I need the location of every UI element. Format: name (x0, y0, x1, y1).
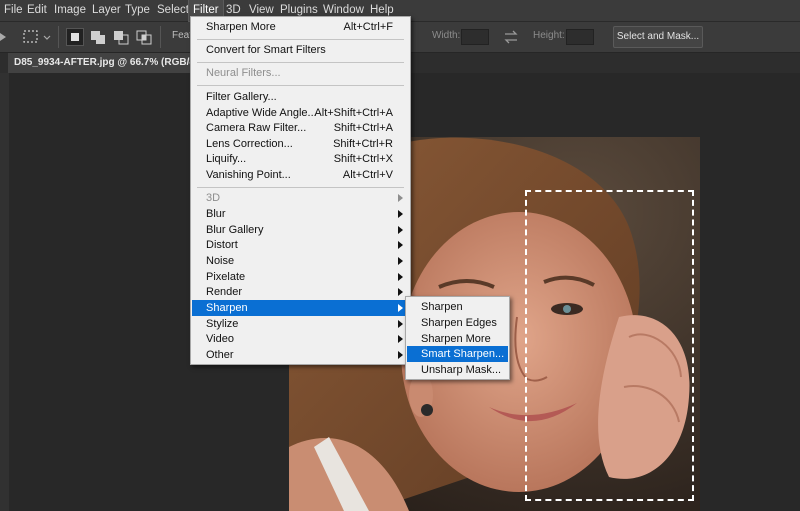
width-label: Width: (432, 30, 461, 41)
add-to-selection-icon[interactable] (89, 28, 107, 46)
select-and-mask-button[interactable]: Select and Mask... (613, 26, 703, 48)
chevron-right-icon (398, 273, 403, 281)
chevron-right-icon (398, 288, 403, 296)
marquee-tool-icon[interactable] (22, 28, 40, 46)
feather-label: Feat (172, 30, 193, 41)
chevron-right-icon (398, 226, 403, 234)
submenu-item-unsharp-mask[interactable]: Unsharp Mask... (407, 362, 508, 378)
menu-item-adaptive-wide-angle[interactable]: Adaptive Wide Angle... Alt+Shift+Ctrl+A (192, 105, 409, 121)
chevron-right-icon (398, 241, 403, 249)
height-field[interactable] (566, 29, 594, 45)
menu-item-3d: 3D (192, 190, 409, 206)
menu-separator (197, 187, 404, 188)
menu-item-video[interactable]: Video (192, 331, 409, 347)
menu-item-stylize[interactable]: Stylize (192, 316, 409, 332)
divider (160, 26, 161, 48)
menu-item-convert-smart-filters[interactable]: Convert for Smart Filters (192, 42, 409, 58)
menu-item-blur-gallery[interactable]: Blur Gallery (192, 222, 409, 238)
menu-image[interactable]: Image (50, 0, 90, 21)
menu-item-distort[interactable]: Distort (192, 237, 409, 253)
menu-layer[interactable]: Layer (88, 0, 125, 21)
chevron-right-icon (398, 194, 403, 202)
menu-item-camera-raw[interactable]: Camera Raw Filter... Shift+Ctrl+A (192, 120, 409, 136)
tool-preset-icon[interactable] (0, 32, 6, 41)
menu-item-sharpen[interactable]: Sharpen (192, 300, 409, 316)
submenu-item-sharpen-more[interactable]: Sharpen More (407, 331, 508, 347)
menu-item-filter-gallery[interactable]: Filter Gallery... (192, 89, 409, 105)
selection-marquee (525, 190, 694, 501)
swap-dimensions-icon[interactable] (502, 28, 520, 46)
menu-separator (197, 62, 404, 63)
menu-type[interactable]: Type (121, 0, 154, 21)
chevron-right-icon (398, 257, 403, 265)
chevron-right-icon (398, 304, 403, 312)
subtract-from-selection-icon[interactable] (112, 28, 130, 46)
sharpen-submenu: Sharpen Sharpen Edges Sharpen More Smart… (405, 296, 510, 380)
menu-edit[interactable]: Edit (23, 0, 51, 21)
chevron-right-icon (398, 320, 403, 328)
menu-item-pixelate[interactable]: Pixelate (192, 269, 409, 285)
menu-item-vanishing-point[interactable]: Vanishing Point... Alt+Ctrl+V (192, 167, 409, 183)
menu-item-neural-filters: Neural Filters... (206, 67, 281, 79)
chevron-down-icon[interactable] (42, 28, 52, 46)
document-tab[interactable]: D85_9934-AFTER.jpg @ 66.7% (RGB/8#) (8, 53, 193, 73)
menu-item-noise[interactable]: Noise (192, 253, 409, 269)
menu-select[interactable]: Select (153, 0, 193, 21)
height-label: Height: (533, 30, 565, 41)
intersect-selection-icon[interactable] (135, 28, 153, 46)
menu-item-other[interactable]: Other (192, 347, 409, 363)
toolbar-panel (0, 73, 9, 511)
menu-separator (197, 39, 404, 40)
chevron-right-icon (398, 351, 403, 359)
new-selection-icon[interactable] (66, 28, 84, 46)
filter-menu: Sharpen More Alt+Ctrl+F Convert for Smart… (190, 16, 411, 365)
width-field[interactable] (461, 29, 489, 45)
submenu-item-sharpen[interactable]: Sharpen (407, 299, 508, 315)
menu-item-lens-correction[interactable]: Lens Correction... Shift+Ctrl+R (192, 136, 409, 152)
menu-item-last-filter[interactable]: Sharpen More Alt+Ctrl+F (192, 19, 409, 35)
submenu-item-smart-sharpen[interactable]: Smart Sharpen... (407, 346, 508, 362)
divider (58, 26, 59, 48)
menu-separator (197, 85, 404, 86)
menu-item-blur[interactable]: Blur (192, 206, 409, 222)
submenu-item-sharpen-edges[interactable]: Sharpen Edges (407, 315, 508, 331)
chevron-right-icon (398, 335, 403, 343)
menu-item-liquify[interactable]: Liquify... Shift+Ctrl+X (192, 151, 409, 167)
chevron-right-icon (398, 210, 403, 218)
menu-item-render[interactable]: Render (192, 284, 409, 300)
